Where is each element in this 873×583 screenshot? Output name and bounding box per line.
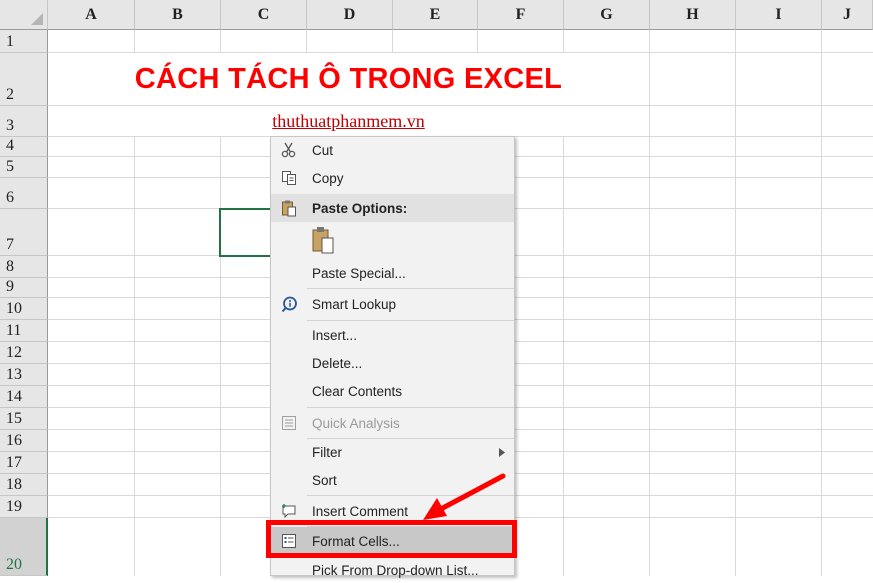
- column-header-j[interactable]: J: [822, 0, 873, 30]
- column-header-g[interactable]: G: [564, 0, 650, 30]
- menu-item-cut[interactable]: Cut: [271, 137, 514, 163]
- row-header-12[interactable]: 12: [0, 342, 48, 364]
- menu-item-label: Delete...: [312, 355, 363, 371]
- row-header-14[interactable]: 14: [0, 386, 48, 408]
- menu-item-label: Insert Comment: [312, 503, 409, 519]
- column-header-e[interactable]: E: [393, 0, 478, 30]
- row-header-9[interactable]: 9: [0, 278, 48, 298]
- menu-item-label: Copy: [312, 170, 344, 186]
- red-arrow-annotation: [423, 473, 506, 520]
- row-header-17[interactable]: 17: [0, 452, 48, 474]
- select-all-corner[interactable]: [0, 0, 48, 30]
- clipboard-icon: [279, 198, 299, 218]
- menu-item-quick-analysis[interactable]: Quick Analysis: [271, 409, 514, 437]
- website-link[interactable]: thuthuatphanmem.vn: [272, 111, 424, 132]
- menu-separator: [307, 407, 514, 408]
- row-header-4[interactable]: 4: [0, 137, 48, 157]
- merged-title-cell[interactable]: CÁCH TÁCH Ô TRONG EXCEL: [48, 53, 649, 105]
- column-header-f[interactable]: F: [478, 0, 564, 30]
- copy-icon: [279, 168, 299, 188]
- comment-icon: [279, 501, 299, 521]
- menu-separator: [307, 288, 514, 289]
- row-header-13[interactable]: 13: [0, 364, 48, 386]
- menu-item-label: Paste Special...: [312, 265, 406, 281]
- column-header-c[interactable]: C: [221, 0, 307, 30]
- scissors-icon: [279, 140, 299, 160]
- menu-separator: [307, 320, 514, 321]
- menu-item-filter[interactable]: Filter: [271, 439, 514, 465]
- menu-item-pick-from-list[interactable]: Pick From Drop-down List...: [271, 557, 514, 583]
- menu-item-label: Paste Options:: [312, 200, 408, 216]
- column-header-b[interactable]: B: [135, 0, 221, 30]
- row-header-10[interactable]: 10: [0, 298, 48, 320]
- row-header-15[interactable]: 15: [0, 408, 48, 430]
- menu-item-label: Sort: [312, 472, 337, 488]
- column-header-i[interactable]: I: [736, 0, 822, 30]
- highlight-box: [266, 520, 517, 558]
- select-all-triangle-icon: [31, 13, 43, 25]
- row-header-5[interactable]: 5: [0, 157, 48, 178]
- column-header-h[interactable]: H: [650, 0, 736, 30]
- paste-option-button[interactable]: [311, 225, 335, 255]
- menu-item-label: Quick Analysis: [312, 415, 400, 431]
- menu-item-label: Smart Lookup: [312, 296, 397, 312]
- menu-item-delete[interactable]: Delete...: [271, 350, 514, 376]
- menu-item-label: Insert...: [312, 327, 358, 343]
- menu-item-label: Filter: [312, 444, 342, 460]
- menu-item-label: Pick From Drop-down List...: [312, 562, 479, 578]
- row-header-20[interactable]: 20: [0, 518, 48, 576]
- menu-section-paste-options: Paste Options:: [271, 194, 514, 222]
- menu-item-copy[interactable]: Copy: [271, 165, 514, 191]
- menu-item-paste-special[interactable]: Paste Special...: [271, 260, 514, 286]
- sheet-title: CÁCH TÁCH Ô TRONG EXCEL: [134, 62, 563, 95]
- row-header-18[interactable]: 18: [0, 474, 48, 496]
- row-header-6[interactable]: 6: [0, 178, 48, 209]
- row-header-16[interactable]: 16: [0, 430, 48, 452]
- row-header-3[interactable]: 3: [0, 106, 48, 137]
- smart-lookup-icon: [279, 294, 299, 314]
- row-header-11[interactable]: 11: [0, 320, 48, 342]
- row-header-2[interactable]: 2: [0, 53, 48, 106]
- row-header-7[interactable]: 7: [0, 209, 48, 256]
- row-header-1[interactable]: 1: [0, 30, 48, 53]
- quick-analysis-icon: [279, 413, 299, 433]
- menu-item-label: Cut: [312, 142, 334, 158]
- menu-item-label: Clear Contents: [312, 383, 403, 399]
- menu-item-clear-contents[interactable]: Clear Contents: [271, 378, 514, 404]
- row-header-19[interactable]: 19: [0, 496, 48, 518]
- column-header-a[interactable]: A: [48, 0, 135, 30]
- menu-item-insert[interactable]: Insert...: [271, 322, 514, 348]
- merged-subtitle-cell[interactable]: thuthuatphanmem.vn: [48, 106, 649, 136]
- menu-item-smart-lookup[interactable]: Smart Lookup: [271, 290, 514, 318]
- chevron-right-icon: [499, 445, 505, 460]
- row-header-8[interactable]: 8: [0, 256, 48, 278]
- paste-clipboard-icon: [312, 227, 334, 254]
- column-header-d[interactable]: D: [307, 0, 393, 30]
